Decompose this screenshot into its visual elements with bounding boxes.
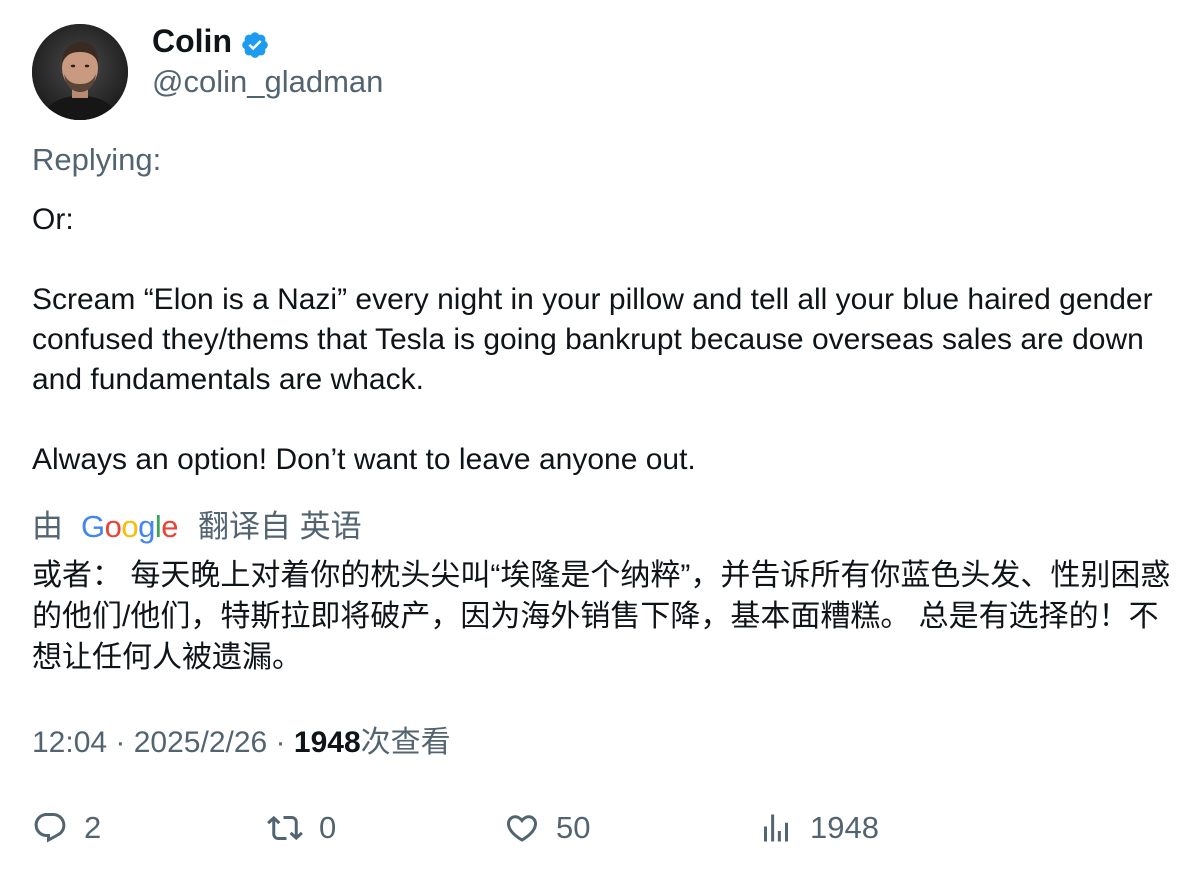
author-handle[interactable]: @colin_gladman <box>152 62 383 102</box>
retweet-icon <box>267 815 303 841</box>
google-logo: Google <box>81 509 179 544</box>
author-display-name[interactable]: Colin <box>152 20 232 62</box>
tweet-meta: 12:04 · 2025/2/26 · 1948次查看 <box>32 723 451 763</box>
retweet-button[interactable]: 0 <box>267 810 336 846</box>
translation-attribution[interactable]: 由 Google 翻译自 英语 <box>32 506 362 548</box>
views-count: 1948 <box>293 726 361 759</box>
meta-separator: · <box>107 726 134 759</box>
tweet-date[interactable]: 2025/2/26 <box>134 726 267 759</box>
reply-button[interactable]: 2 <box>32 810 101 846</box>
views-label: 次查看 <box>360 726 451 759</box>
translation-prefix: 由 <box>32 509 63 544</box>
reply-icon <box>34 813 66 843</box>
heart-icon <box>506 815 538 842</box>
retweet-count: 0 <box>319 810 337 845</box>
tweet-text: Or: Scream “Elon is a Nazi” every night … <box>32 200 1172 480</box>
meta-separator: · <box>267 726 294 759</box>
tweet-paragraph: Scream “Elon is a Nazi” every night in y… <box>32 283 1153 396</box>
views-button[interactable]: 1948 <box>758 810 879 846</box>
like-button[interactable]: 50 <box>504 810 590 846</box>
tweet-paragraph: Always an option! Don’t want to leave an… <box>32 443 696 476</box>
action-bar: 2 0 50 1948 <box>32 810 1172 854</box>
author-display-name-row[interactable]: Colin <box>152 20 270 62</box>
avatar[interactable] <box>32 24 128 120</box>
views-count-action: 1948 <box>810 810 879 845</box>
translation-suffix: 翻译自 英语 <box>198 509 362 544</box>
tweet-time[interactable]: 12:04 <box>32 726 107 759</box>
verified-badge-icon <box>240 28 270 58</box>
tweet-paragraph: Or: <box>32 203 74 236</box>
replying-label: Replying: <box>32 142 162 177</box>
views-bar-chart-icon <box>764 814 788 842</box>
reply-count: 2 <box>84 810 102 845</box>
like-count: 50 <box>556 810 591 845</box>
translated-text: 或者： 每天晚上对着你的枕头尖叫“埃隆是个纳粹”，并告诉所有你蓝色头发、性别困惑… <box>32 559 1171 674</box>
